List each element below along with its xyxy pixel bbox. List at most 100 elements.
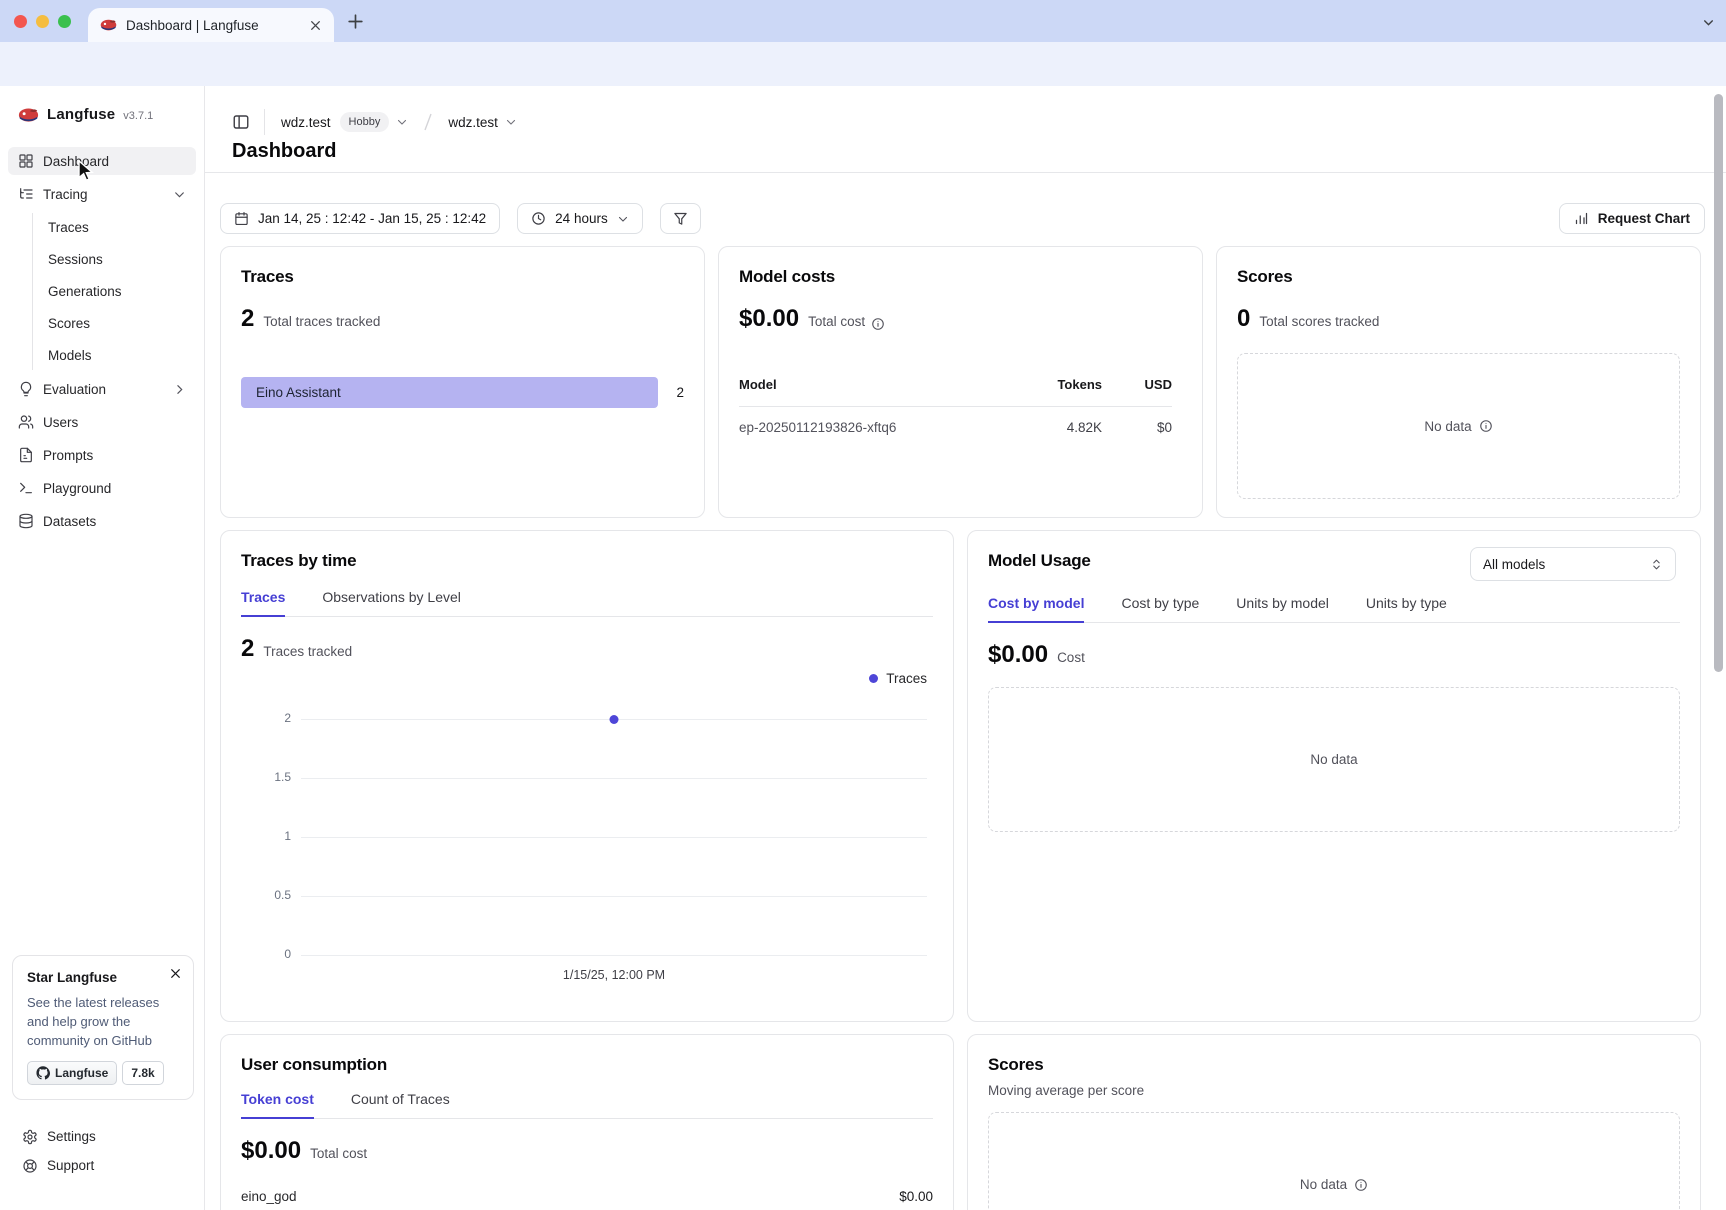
lifebuoy-icon xyxy=(22,1158,38,1174)
chevron-down-icon xyxy=(173,188,186,201)
sidebar-item-label: Tracing xyxy=(43,187,88,202)
info-icon[interactable] xyxy=(871,317,885,331)
chevron-down-icon[interactable] xyxy=(396,116,408,128)
page-title: Dashboard xyxy=(232,140,336,163)
github-langfuse-button[interactable]: Langfuse xyxy=(27,1061,117,1085)
sidebar-item-scores[interactable]: Scores xyxy=(33,309,196,338)
sidebar-item-traces[interactable]: Traces xyxy=(33,213,196,242)
browser-tab[interactable]: Dashboard | Langfuse xyxy=(88,8,334,42)
chevron-down-icon[interactable] xyxy=(505,116,517,128)
traces-chart[interactable]: 21.510.501/15/25, 12:00 PM xyxy=(301,688,927,988)
traces-by-time-card: Traces by time Traces Observations by Le… xyxy=(220,530,954,1022)
card-title: Model costs xyxy=(739,267,1182,287)
tab-traces[interactable]: Traces xyxy=(241,589,285,616)
model-usage-caption: Cost xyxy=(1057,650,1085,665)
bar-chart-icon xyxy=(1574,211,1589,226)
github-star-count[interactable]: 7.8k xyxy=(122,1061,163,1085)
date-range-value: Jan 14, 25 : 12:42 - Jan 15, 25 : 12:42 xyxy=(258,211,486,226)
project-name[interactable]: wdz.test xyxy=(448,115,498,130)
terminal-icon xyxy=(18,480,34,496)
user-consumption-caption: Total cost xyxy=(310,1146,367,1161)
minimize-window-button[interactable] xyxy=(36,15,49,28)
list-item[interactable]: eino_god $0.00 xyxy=(241,1189,933,1204)
sidebar-item-sessions[interactable]: Sessions xyxy=(33,245,196,274)
langfuse-logo xyxy=(18,108,39,122)
close-tab-icon[interactable] xyxy=(309,19,322,32)
new-tab-button[interactable] xyxy=(346,12,365,31)
close-window-button[interactable] xyxy=(14,15,27,28)
chevron-down-icon xyxy=(617,213,629,225)
org-name[interactable]: wdz.test xyxy=(281,115,331,130)
table-row[interactable]: ep-20250112193826-xftq6 4.82K $0 xyxy=(739,407,1172,435)
scores-empty-state: No data xyxy=(1237,353,1680,499)
user-consumption-value: $0.00 xyxy=(241,1137,301,1165)
request-chart-label: Request Chart xyxy=(1598,211,1690,226)
tab-token-cost[interactable]: Token cost xyxy=(241,1091,314,1118)
card-title: Scores xyxy=(988,1055,1680,1075)
sidebar-item-tracing[interactable]: Tracing xyxy=(8,180,196,208)
y-axis-tick: 2 xyxy=(251,711,291,725)
chevrons-up-down-icon xyxy=(1650,558,1663,571)
model-usage-value: $0.00 xyxy=(988,641,1048,669)
time-preset-dropdown[interactable]: 24 hours xyxy=(517,203,643,234)
scores-over-time-empty-state: No data xyxy=(988,1112,1680,1210)
calendar-icon xyxy=(234,211,249,226)
info-icon[interactable] xyxy=(1354,1178,1368,1192)
close-icon[interactable] xyxy=(169,967,182,980)
sidebar-footer: Star Langfuse See the latest releases an… xyxy=(12,955,194,1180)
model-usd: $0 xyxy=(1102,420,1172,435)
trace-bar-eino-assistant[interactable]: Eino Assistant xyxy=(241,377,658,408)
breadcrumb-divider xyxy=(264,109,265,135)
sidebar-item-evaluation[interactable]: Evaluation xyxy=(8,375,196,403)
sidebar-item-users[interactable]: Users xyxy=(8,408,196,436)
brand-name: Langfuse xyxy=(47,106,115,123)
sidebar-item-models[interactable]: Models xyxy=(33,341,196,370)
scrollbar-thumb[interactable] xyxy=(1714,94,1723,672)
date-range-picker[interactable]: Jan 14, 25 : 12:42 - Jan 15, 25 : 12:42 xyxy=(220,203,500,234)
sidebar-item-label: Users xyxy=(43,415,78,430)
sidebar-toggle-icon[interactable] xyxy=(232,113,250,131)
data-point[interactable] xyxy=(610,715,619,724)
sidebar-item-datasets[interactable]: Datasets xyxy=(8,507,196,535)
sidebar-item-playground[interactable]: Playground xyxy=(8,474,196,502)
sidebar-item-support[interactable]: Support xyxy=(12,1151,194,1180)
sidebar-item-label: Prompts xyxy=(43,448,93,463)
filter-button[interactable] xyxy=(660,203,701,234)
traces-total-caption: Total traces tracked xyxy=(263,314,380,329)
col-header-usd: USD xyxy=(1102,377,1172,392)
scores-card: Scores 0 Total scores tracked No data xyxy=(1216,246,1701,518)
user-consumption-card: User consumption Token cost Count of Tra… xyxy=(220,1034,954,1210)
sidebar-item-generations[interactable]: Generations xyxy=(33,277,196,306)
github-icon xyxy=(36,1066,50,1080)
traces-card: Traces 2 Total traces tracked Eino Assis… xyxy=(220,246,705,518)
langfuse-favicon xyxy=(100,19,117,31)
sidebar-item-prompts[interactable]: Prompts xyxy=(8,441,196,469)
no-data-label: No data xyxy=(1310,752,1357,767)
tab-units-by-type[interactable]: Units by type xyxy=(1366,595,1447,622)
model-costs-table: Model Tokens USD ep-20250112193826-xftq6… xyxy=(739,377,1182,435)
tab-cost-by-model[interactable]: Cost by model xyxy=(988,595,1084,622)
card-title: Scores xyxy=(1237,267,1680,287)
request-chart-button[interactable]: Request Chart xyxy=(1559,203,1705,234)
tab-count-of-traces[interactable]: Count of Traces xyxy=(351,1091,450,1118)
zoom-window-button[interactable] xyxy=(58,15,71,28)
model-filter-select[interactable]: All models xyxy=(1470,547,1676,581)
sidebar-item-dashboard[interactable]: Dashboard xyxy=(8,147,196,175)
chart-legend: Traces xyxy=(241,671,933,686)
tab-observations-by-level[interactable]: Observations by Level xyxy=(322,589,461,616)
star-langfuse-card: Star Langfuse See the latest releases an… xyxy=(12,955,194,1100)
tab-search-chevron-icon[interactable] xyxy=(1702,16,1715,29)
no-data-label: No data xyxy=(1424,419,1471,434)
model-usage-empty-state: No data xyxy=(988,687,1680,832)
card-title: User consumption xyxy=(241,1055,933,1075)
x-axis-tick: 1/15/25, 12:00 PM xyxy=(301,968,927,982)
y-axis-tick: 1.5 xyxy=(251,770,291,784)
info-icon[interactable] xyxy=(1479,419,1493,433)
model-costs-caption: Total cost xyxy=(808,314,865,329)
tab-units-by-model[interactable]: Units by model xyxy=(1236,595,1329,622)
model-usage-tabs: Cost by model Cost by type Units by mode… xyxy=(988,595,1680,623)
y-axis-tick: 0 xyxy=(251,947,291,961)
model-costs-value: $0.00 xyxy=(739,305,799,333)
tab-cost-by-type[interactable]: Cost by type xyxy=(1121,595,1199,622)
sidebar-item-settings[interactable]: Settings xyxy=(12,1122,194,1151)
